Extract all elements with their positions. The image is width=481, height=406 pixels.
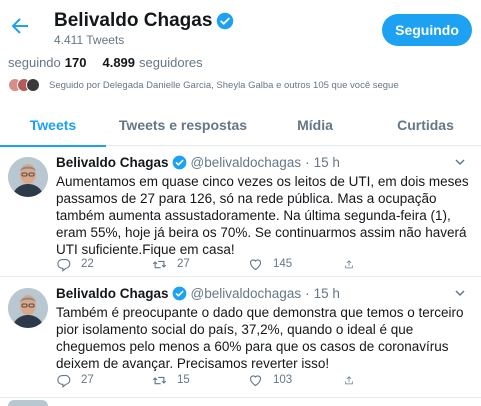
separator-dot: · — [305, 155, 310, 170]
like-button[interactable]: 145 — [248, 255, 344, 273]
following-count: 170 — [64, 55, 87, 70]
like-count: 103 — [273, 374, 293, 386]
avatar[interactable] — [8, 288, 48, 328]
tweet-author-name[interactable]: Belivaldo Chagas — [56, 155, 169, 170]
retweet-count: 27 — [177, 258, 190, 270]
reply-count: 22 — [81, 258, 94, 270]
back-arrow-icon[interactable] — [8, 14, 32, 38]
tab-media[interactable]: Mídia — [260, 104, 370, 146]
reply-button[interactable]: 22 — [56, 255, 152, 273]
tweet-text: Também é preocupante o dado que demonstr… — [56, 305, 464, 371]
followers-count: 4.899 — [102, 55, 136, 70]
like-count: 145 — [273, 258, 293, 270]
tab-tweets[interactable]: Tweets — [0, 104, 106, 147]
share-button[interactable] — [344, 255, 364, 273]
tweet-actions: 22 27 145 — [56, 255, 456, 273]
tweet-header: Belivaldo Chagas @belivaldochagas · 15 h — [56, 286, 340, 301]
tweet-header: Belivaldo Chagas @belivaldochagas · 15 h — [56, 155, 340, 170]
tweet-timestamp[interactable]: 15 h — [314, 155, 340, 170]
retweet-button[interactable]: 27 — [152, 255, 248, 273]
tab-tweets-and-replies[interactable]: Tweets e respostas — [106, 104, 260, 146]
share-button[interactable] — [344, 371, 364, 389]
avatar — [8, 400, 48, 406]
followers-stat[interactable]: 4.899 seguidores — [102, 55, 202, 70]
like-button[interactable]: 103 — [248, 371, 344, 389]
tweet[interactable]: Belivaldo Chagas @belivaldochagas · 15 h… — [0, 147, 481, 277]
share-icon — [345, 259, 353, 268]
retweet-icon — [152, 376, 167, 384]
chevron-down-icon[interactable] — [453, 286, 467, 300]
reply-icon — [57, 374, 71, 388]
verified-badge-icon — [172, 286, 186, 301]
reply-icon — [57, 258, 71, 272]
followers-label: seguidores — [139, 55, 203, 70]
profile-tabs: Tweets Tweets e respostas Mídia Curtidas — [0, 104, 481, 147]
verified-badge-icon — [172, 155, 186, 170]
profile-stats: seguindo 170 4.899 seguidores — [8, 55, 219, 70]
reply-count: 27 — [81, 374, 94, 386]
heart-icon — [249, 258, 262, 270]
following-stat[interactable]: seguindo 170 — [8, 55, 86, 70]
user-photo — [8, 157, 48, 197]
avatar[interactable] — [8, 157, 48, 197]
chevron-down-icon[interactable] — [453, 155, 467, 169]
heart-icon — [249, 374, 262, 386]
following-label: seguindo — [8, 55, 61, 70]
tweet-author-handle[interactable]: @belivaldochagas — [191, 155, 302, 170]
tweet-actions: 27 15 103 — [56, 371, 456, 389]
tab-likes[interactable]: Curtidas — [370, 104, 481, 146]
profile-name: Belivaldo Chagas — [54, 10, 213, 31]
profile-name-row: Belivaldo Chagas — [54, 10, 234, 32]
user-photo — [8, 288, 48, 328]
retweet-icon — [152, 260, 167, 268]
reply-button[interactable]: 27 — [56, 371, 152, 389]
followers-you-know-avatars — [8, 78, 40, 92]
avatar — [26, 78, 40, 92]
verified-badge-icon — [217, 12, 234, 30]
tweet-author-handle[interactable]: @belivaldochagas — [191, 286, 302, 301]
tweet-text: Aumentamos em quase cinco vezes os leito… — [56, 174, 469, 257]
tweet[interactable]: Belivaldo Chagas @belivaldochagas · 15 h… — [0, 278, 481, 398]
following-button[interactable]: Seguindo — [382, 14, 472, 46]
followed-by-row[interactable]: Seguido por Delegada Danielle Garcia, Sh… — [8, 76, 399, 94]
share-icon — [345, 375, 353, 384]
retweet-button[interactable]: 15 — [152, 371, 248, 389]
tweet-timestamp[interactable]: 15 h — [314, 286, 340, 301]
tweet-author-name[interactable]: Belivaldo Chagas — [56, 286, 169, 301]
separator-dot: · — [305, 286, 310, 301]
followed-by-text: Seguido por Delegada Danielle Garcia, Sh… — [49, 79, 399, 91]
retweet-count: 15 — [177, 374, 190, 386]
tweet-count: 4.411 Tweets — [54, 33, 125, 47]
profile-header: Belivaldo Chagas 4.411 Tweets Seguindo — [0, 0, 481, 52]
